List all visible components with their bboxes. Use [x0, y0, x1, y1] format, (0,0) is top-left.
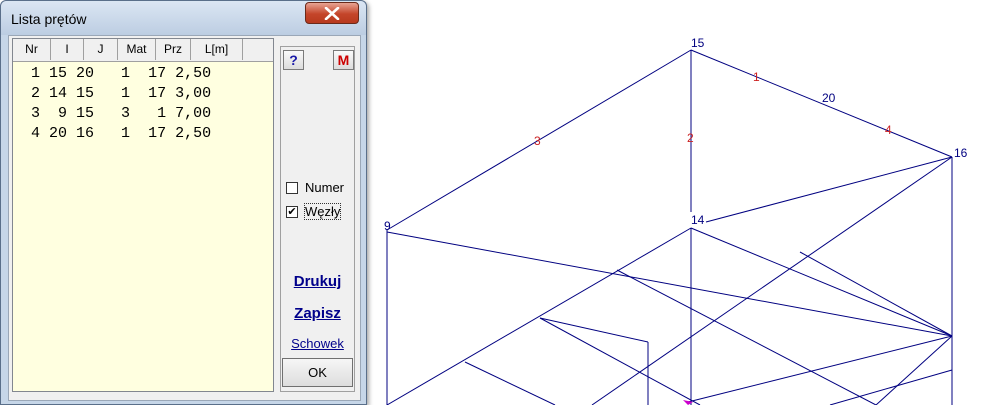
side-panel: ? M Numer ✔ Węzły Drukuj Zapisz Schowek …: [280, 46, 355, 392]
cell-nr: 3: [13, 105, 41, 122]
bar-line: [799, 251, 953, 337]
column-header-mat[interactable]: Mat: [118, 39, 156, 60]
cell-prz: 17: [130, 85, 167, 102]
bar-label-20: 20: [822, 91, 836, 105]
cell-nr: 2: [13, 85, 41, 102]
cell-nr: 1: [13, 65, 41, 82]
bar-line: [690, 227, 953, 337]
bar-line: [386, 227, 692, 405]
cell-i: 14: [40, 85, 68, 102]
cell-i: 20: [40, 125, 68, 142]
window-client-area: Nr I J Mat Prz L[m] 1 15 20 1 17 2,50 2 …: [8, 35, 361, 401]
help-button[interactable]: ?: [283, 50, 304, 70]
node-label-16: 16: [954, 146, 968, 160]
ok-button[interactable]: OK: [282, 358, 353, 387]
cell-nr: 4: [13, 125, 41, 142]
m-button[interactable]: M: [333, 50, 354, 70]
node-label-14: 14: [691, 213, 705, 227]
bar-line: [875, 335, 953, 405]
cell-l: 7,00: [166, 105, 212, 122]
schowek-link[interactable]: Schowek: [281, 336, 354, 351]
wezly-label: Węzły: [303, 203, 342, 220]
numer-label: Numer: [305, 180, 345, 195]
close-button[interactable]: [305, 2, 359, 24]
zapisz-link[interactable]: Zapisz: [281, 305, 354, 322]
bar-line: [464, 361, 556, 405]
cell-j: 16: [67, 125, 95, 142]
bar-label-2: 2: [687, 131, 694, 145]
bar-line: [386, 231, 953, 337]
table-row[interactable]: 1 15 20 1 17 2,50: [13, 64, 211, 84]
close-icon: [324, 7, 340, 20]
table-row[interactable]: 4 20 16 1 17 2,50: [13, 124, 211, 144]
node-label-15: 15: [691, 36, 705, 50]
bars-table[interactable]: Nr I J Mat Prz L[m] 1 15 20 1 17 2,50 2 …: [12, 38, 274, 392]
column-header-prz[interactable]: Prz: [156, 39, 191, 60]
bar-line: [539, 317, 701, 405]
window-title: Lista prętów: [11, 11, 87, 27]
bar-label-3: 3: [534, 134, 541, 148]
cell-mat: 3: [94, 105, 131, 122]
bars-list-window: Lista prętów Nr I J Mat Prz L[m] 1 15 20…: [0, 0, 367, 405]
wezly-checkbox-box[interactable]: ✔: [286, 206, 298, 218]
table-rows: 1 15 20 1 17 2,50 2 14 15 1 17 3,00 3 9 …: [13, 64, 211, 144]
cell-j: 15: [67, 85, 95, 102]
bar-line: [687, 335, 953, 403]
cell-prz: 17: [130, 125, 167, 142]
cell-mat: 1: [94, 125, 131, 142]
bar-line: [616, 269, 877, 405]
column-header-nr[interactable]: Nr: [13, 39, 51, 60]
cell-j: 20: [67, 65, 95, 82]
bar-label-1: 1: [753, 70, 760, 84]
column-header-j[interactable]: J: [84, 39, 118, 60]
table-header: Nr I J Mat Prz L[m]: [13, 39, 273, 62]
table-row[interactable]: 2 14 15 1 17 3,00: [13, 84, 211, 104]
cell-mat: 1: [94, 85, 131, 102]
cell-mat: 1: [94, 65, 131, 82]
bar-label-4: 4: [885, 123, 892, 137]
numer-checkbox-box[interactable]: [286, 182, 298, 194]
cell-l: 2,50: [166, 125, 212, 142]
cell-prz: 17: [130, 65, 167, 82]
column-header-length[interactable]: L[m]: [191, 39, 243, 60]
node-label-9: 9: [384, 219, 391, 233]
bar-line: [829, 369, 953, 405]
cell-i: 15: [40, 65, 68, 82]
column-header-i[interactable]: I: [51, 39, 84, 60]
bar-line: [539, 317, 649, 343]
cell-l: 2,50: [166, 65, 212, 82]
cell-l: 3,00: [166, 85, 212, 102]
numer-checkbox[interactable]: Numer: [286, 180, 356, 198]
drukuj-link[interactable]: Drukuj: [281, 273, 354, 290]
bar-line: [591, 156, 953, 405]
cell-j: 15: [67, 105, 95, 122]
bar-line: [705, 156, 953, 223]
cell-i: 9: [40, 105, 68, 122]
title-bar[interactable]: Lista prętów: [1, 1, 366, 35]
cell-prz: 1: [130, 105, 167, 122]
wezly-checkbox[interactable]: ✔ Węzły: [286, 203, 356, 222]
table-row[interactable]: 3 9 15 3 1 7,00: [13, 104, 211, 124]
